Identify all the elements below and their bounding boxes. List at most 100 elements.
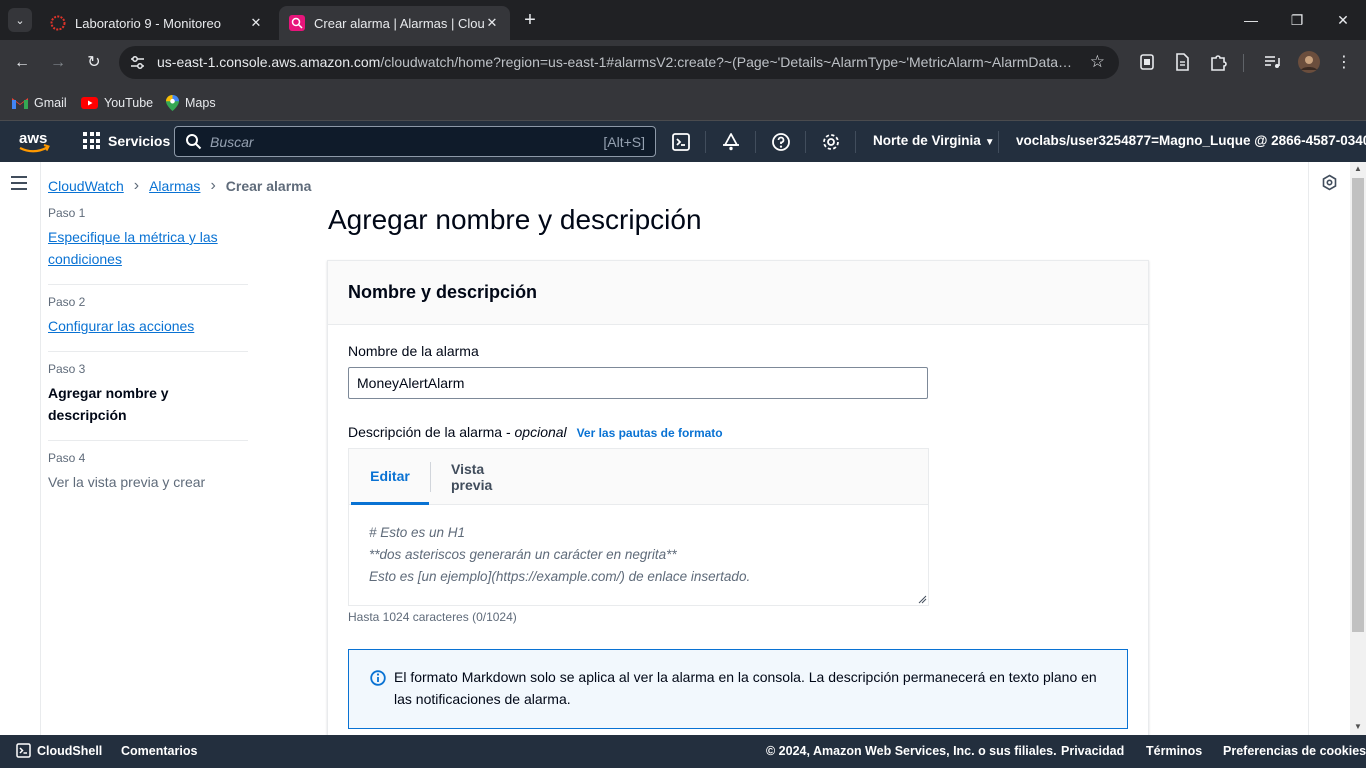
bookmark-maps[interactable]: Maps — [166, 92, 216, 114]
step-link-actions[interactable]: Configurar las acciones — [48, 315, 248, 337]
region-selector[interactable]: Norte de Virginia ▼ — [873, 133, 995, 148]
youtube-icon — [81, 97, 98, 109]
search-placeholder: Buscar — [210, 134, 254, 150]
markdown-editor: Editar Vista previa # Esto es un H1 **do… — [348, 448, 929, 606]
browser-tab-active[interactable]: Crear alarma | Alarmas | CloudWatch ✕ — [279, 6, 510, 40]
wizard-step-4: Paso 4 Ver la vista previa y crear — [48, 451, 248, 507]
search-icon — [186, 134, 202, 150]
step-disabled-label: Ver la vista previa y crear — [48, 474, 206, 490]
container-header: Nombre y descripción — [328, 261, 1148, 325]
nav-divider — [705, 131, 706, 153]
cloudshell-icon — [16, 743, 31, 758]
scroll-up-icon[interactable]: ▲ — [1354, 164, 1362, 173]
bookmark-star-icon[interactable]: ☆ — [1090, 52, 1105, 72]
tab-editar[interactable]: Editar — [351, 449, 429, 505]
resize-handle-icon[interactable] — [918, 595, 927, 604]
step-number: Paso 3 — [48, 362, 86, 376]
browser-menu-icon[interactable]: ⋮ — [1332, 51, 1356, 75]
bookmarks-bar: Gmail YouTube Maps — [0, 85, 1366, 121]
minimize-icon[interactable]: — — [1239, 8, 1263, 32]
privacy-link[interactable]: Privacidad — [1061, 744, 1124, 758]
tab-divider — [430, 462, 431, 492]
chevron-right-icon: › — [210, 177, 216, 194]
settings-gear-icon[interactable] — [821, 132, 841, 152]
console-footer: CloudShell Comentarios © 2024, Amazon We… — [0, 735, 1366, 768]
page-title: Agregar nombre y descripción — [328, 204, 702, 235]
nav-divider — [855, 131, 856, 153]
cloudshell-icon[interactable] — [671, 132, 691, 152]
tools-rail — [1308, 162, 1350, 735]
document-icon[interactable] — [1172, 52, 1192, 72]
gmail-icon — [12, 98, 28, 109]
info-icon — [370, 670, 386, 686]
services-grid-icon — [83, 132, 100, 149]
profile-avatar[interactable] — [1298, 51, 1320, 73]
toolbar-divider — [1243, 54, 1244, 72]
aws-logo[interactable]: aws — [17, 127, 51, 157]
wizard-step-1: Paso 1 Especifique la métrica y las cond… — [48, 206, 248, 285]
bookmark-youtube[interactable]: YouTube — [81, 92, 153, 114]
scroll-down-icon[interactable]: ▼ — [1354, 722, 1362, 731]
close-window-icon[interactable]: ✕ — [1331, 8, 1355, 32]
site-settings-icon[interactable] — [129, 54, 146, 71]
wizard-steps: Paso 1 Especifique la métrica y las cond… — [48, 206, 248, 517]
reload-icon[interactable]: ↻ — [82, 51, 106, 75]
page-scrollbar[interactable]: ▲ ▼ — [1350, 162, 1366, 735]
alarm-name-input[interactable]: MoneyAlertAlarm — [348, 367, 928, 399]
tab-vista-previa[interactable]: Vista previa — [451, 449, 529, 505]
description-textarea[interactable]: # Esto es un H1 **dos asteriscos generar… — [349, 505, 928, 605]
scrollbar-thumb[interactable] — [1352, 178, 1364, 632]
extension-icon[interactable] — [1137, 52, 1157, 72]
tools-panel-icon[interactable] — [1321, 174, 1338, 191]
aws-top-nav: aws Servicios Buscar [Alt+S] Norte de Vi… — [0, 121, 1366, 162]
media-control-icon[interactable] — [1262, 52, 1282, 72]
cloudwatch-favicon-icon — [289, 15, 305, 31]
name-description-container: Nombre y descripción Nombre de la alarma… — [327, 260, 1149, 735]
svg-text:aws: aws — [19, 130, 47, 147]
breadcrumb-cloudwatch[interactable]: CloudWatch — [48, 178, 124, 194]
forward-icon[interactable]: → — [46, 51, 70, 75]
feedback-link[interactable]: Comentarios — [121, 744, 197, 758]
nav-divider — [805, 131, 806, 153]
step-link-metric[interactable]: Especifique la métrica y las condiciones — [48, 226, 248, 270]
nav-divider — [998, 131, 999, 153]
restore-icon[interactable]: ❐ — [1285, 8, 1309, 32]
bookmark-gmail[interactable]: Gmail — [12, 92, 67, 114]
address-bar[interactable]: us-east-1.console.aws.amazon.com/cloudwa… — [119, 46, 1119, 79]
cloudshell-button[interactable]: CloudShell — [16, 743, 102, 758]
search-shortcut: [Alt+S] — [603, 134, 645, 150]
breadcrumb-current: Crear alarma — [225, 178, 312, 194]
info-text: El formato Markdown solo se aplica al ve… — [394, 669, 1097, 707]
nav-divider — [755, 131, 756, 153]
back-icon[interactable]: ← — [10, 51, 34, 75]
caret-down-icon: ▼ — [984, 137, 995, 148]
page-content: CloudWatch › Alarmas › Crear alarma Paso… — [0, 162, 1366, 735]
breadcrumb-alarmas[interactable]: Alarmas — [149, 178, 200, 194]
browser-tab-inactive[interactable]: Laboratorio 9 - Monitoreo ✕ — [40, 6, 274, 40]
maps-icon — [166, 95, 179, 111]
terms-link[interactable]: Términos — [1146, 744, 1202, 758]
alarm-name-label: Nombre de la alarma — [348, 343, 479, 359]
character-count-hint: Hasta 1024 caracteres (0/1024) — [348, 610, 517, 624]
services-menu[interactable]: Servicios — [83, 132, 170, 149]
chevron-right-icon: › — [133, 177, 140, 194]
new-tab-button[interactable]: + — [519, 9, 541, 31]
markdown-info-alert: El formato Markdown solo se aplica al ve… — [348, 649, 1128, 729]
tab-title: Laboratorio 9 - Monitoreo — [75, 15, 221, 31]
menu-hamburger-icon[interactable] — [11, 176, 27, 190]
extensions-puzzle-icon[interactable] — [1208, 52, 1228, 72]
browser-tab-bar: ⌄ Laboratorio 9 - Monitoreo ✕ Crear alar… — [0, 0, 1366, 40]
close-tab-icon[interactable]: ✕ — [484, 15, 500, 31]
help-icon[interactable] — [771, 132, 791, 152]
browser-toolbar: ← → ↻ us-east-1.console.aws.amazon.com/c… — [0, 40, 1366, 85]
tab-search-button[interactable]: ⌄ — [8, 8, 32, 32]
cookie-preferences-link[interactable]: Preferencias de cookies — [1223, 744, 1366, 758]
editor-tabs: Editar Vista previa — [349, 449, 928, 505]
close-tab-icon[interactable]: ✕ — [248, 15, 264, 31]
account-menu[interactable]: voclabs/user3254877=Magno_Luque @ 2866-4… — [1016, 133, 1366, 148]
console-search-input[interactable]: Buscar [Alt+S] — [174, 126, 656, 157]
step-number: Paso 1 — [48, 206, 86, 220]
notifications-bell-icon[interactable] — [721, 132, 741, 152]
format-guidelines-link[interactable]: Ver las pautas de formato — [577, 426, 723, 440]
placeholder-line: **dos asteriscos generarán un carácter e… — [369, 547, 677, 562]
